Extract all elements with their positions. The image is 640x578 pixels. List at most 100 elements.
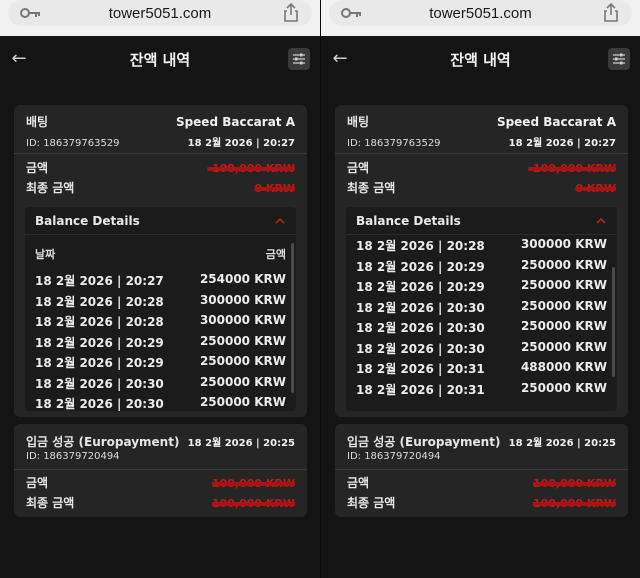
transaction-datetime: 18 2월 2026 | 20:25 [187,438,295,449]
detail-amount: 300000 KRW [199,313,286,327]
detail-amount: 488000 KRW [520,360,607,374]
chevron-up-icon[interactable] [595,217,607,225]
transaction-type: 배팅 [347,115,370,129]
game-name: Speed Baccarat A [496,115,616,129]
deposit-transaction-card[interactable]: 입금 성공 (Europayment) 18 2월 2026 | 20:25 ID… [14,424,307,517]
filter-button[interactable] [608,48,630,70]
detail-date: 18 2월 2026 | 20:31 [356,382,485,397]
divider [335,469,628,470]
detail-date: 18 2월 2026 | 20:30 [356,321,485,335]
detail-amount: 250000 KRW [520,278,607,292]
detail-date: 18 2월 2026 | 20:29 [35,356,164,370]
detail-date: 18 2월 2026 | 20:29 [356,280,485,294]
transaction-type: 입금 성공 (Europayment) [26,435,180,449]
detail-amount: 250000 KRW [520,257,607,272]
detail-date: 18 2월 2026 | 20:27 [35,274,164,288]
scrollbar[interactable] [291,243,294,393]
browser-address-bar: tower5051.com [321,0,640,36]
sliders-icon [293,53,305,65]
balance-detail-row: 18 2월 2026 | 20:31 250000 KRW [356,381,607,398]
divider [335,153,628,154]
transaction-id: ID: 186379720494 [347,451,441,462]
balance-detail-row: 18 2월 2026 | 20:29 250000 KRW [35,334,286,351]
detail-date: 18 2월 2026 | 20:29 [35,335,164,350]
detail-amount: 250000 KRW [520,380,607,395]
balance-details-title: Balance Details [35,213,140,228]
detail-amount: 254000 KRW [199,272,286,286]
transaction-id: ID: 186379720494 [26,451,120,462]
transaction-type: 입금 성공 (Europayment) [347,435,501,449]
url-field[interactable]: tower5051.com [8,0,312,26]
amount-column-header: 금액 [265,248,286,261]
filter-button[interactable] [288,48,310,70]
divider [14,153,307,154]
divider [14,469,307,470]
detail-amount: 250000 KRW [199,395,286,409]
balance-detail-row: 18 2월 2026 | 20:30 250000 KRW [356,340,607,357]
detail-date: 18 2월 2026 | 20:29 [356,259,485,274]
detail-amount: 250000 KRW [520,298,607,313]
transaction-datetime: 18 2월 2026 | 20:27 [508,138,616,149]
share-icon[interactable] [602,3,620,23]
final-amount-label: 최종 금액 [347,181,396,195]
detail-date: 18 2월 2026 | 20:30 [35,376,164,391]
balance-detail-row: 18 2월 2026 | 20:29 250000 KRW [356,258,607,275]
bet-transaction-card[interactable]: 배팅 Speed Baccarat A ID: 186379763529 18 2월… [335,105,628,417]
amount-value: 100,000 KRW [211,477,295,490]
balance-detail-row: 18 2월 2026 | 20:27 254000 KRW [35,272,286,289]
sliders-icon [613,53,625,65]
transaction-datetime: 18 2월 2026 | 20:27 [187,138,295,149]
url-text: tower5051.com [429,4,532,22]
bet-transaction-card[interactable]: 배팅 Speed Baccarat A ID: 186379763529 18 2월… [14,105,307,417]
url-text: tower5051.com [108,4,212,22]
balance-details-column-header: 날짜 금액 [35,246,286,262]
balance-detail-row: 18 2월 2026 | 20:28 300000 KRW [35,293,286,310]
back-arrow-icon[interactable]: ← [8,48,30,70]
transaction-type: 배팅 [26,115,49,129]
transaction-id: ID: 186379763529 [26,138,120,149]
detail-amount: 250000 KRW [520,319,607,333]
balance-detail-row: 18 2월 2026 | 20:30 250000 KRW [356,299,607,316]
balance-detail-row: 18 2월 2026 | 20:29 250000 KRW [35,354,286,371]
balance-details-title: Balance Details [356,213,461,228]
final-amount-label: 최종 금액 [26,181,75,195]
key-icon [20,8,40,18]
scrollbar[interactable] [612,267,615,377]
back-arrow-icon[interactable]: ← [329,48,351,70]
page-title: 잔액 내역 [450,50,511,69]
browser-address-bar: tower5051.com [0,0,320,36]
amount-label: 금액 [26,161,49,175]
app-header: ← 잔액 내역 [0,38,320,80]
balance-details-header[interactable]: Balance Details [25,207,296,235]
final-amount-value: 0 KRW [254,182,295,195]
amount-value: -100,000 KRW [528,162,616,175]
amount-label: 금액 [347,476,370,490]
detail-date: 18 2월 2026 | 20:30 [356,300,485,315]
detail-date: 18 2월 2026 | 20:30 [35,397,164,411]
detail-amount: 250000 KRW [199,374,286,389]
chevron-up-icon[interactable] [274,217,286,225]
amount-label: 금액 [26,476,49,490]
detail-date: 18 2월 2026 | 20:30 [356,341,485,356]
transaction-id: ID: 186379763529 [347,138,441,149]
detail-amount: 300000 KRW [520,237,607,251]
final-amount-value: 0 KRW [575,182,616,195]
share-icon[interactable] [282,3,300,23]
url-field[interactable]: tower5051.com [329,0,632,26]
detail-date: 18 2월 2026 | 20:28 [35,315,164,329]
left-screenshot-panel: tower5051.com ← 잔액 내역 배팅 Speed Baccarat A… [0,0,320,578]
balance-details-panel: Balance Details 18 2월 2026 | 20:28 300000… [346,207,617,411]
detail-amount: 250000 KRW [520,339,607,354]
final-amount-value: 100,000 KRW [532,497,616,510]
amount-value: -100,000 KRW [207,162,295,175]
balance-detail-row: 18 2월 2026 | 20:30 250000 KRW [35,375,286,392]
final-amount-label: 최종 금액 [347,496,396,510]
deposit-transaction-card[interactable]: 입금 성공 (Europayment) 18 2월 2026 | 20:25 ID… [335,424,628,517]
detail-amount: 250000 KRW [199,333,286,348]
balance-detail-row: 18 2월 2026 | 20:31 488000 KRW [356,360,607,377]
detail-date: 18 2월 2026 | 20:28 [356,239,485,253]
detail-amount: 300000 KRW [199,292,286,307]
page-title: 잔액 내역 [129,50,191,69]
amount-label: 금액 [347,161,370,175]
balance-details-header[interactable]: Balance Details [346,207,617,235]
